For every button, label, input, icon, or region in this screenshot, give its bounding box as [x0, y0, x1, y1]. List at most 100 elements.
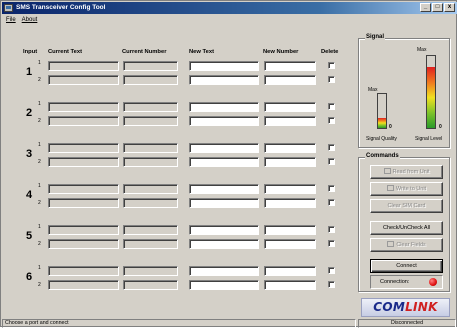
input-number: 6 [26, 271, 33, 283]
current-text-field [48, 157, 119, 167]
current-number-field [123, 266, 178, 276]
current-number-field [123, 239, 178, 249]
new-number-input[interactable] [264, 266, 316, 276]
minimize-button[interactable]: _ [420, 3, 431, 12]
current-number-field [123, 143, 178, 153]
sub-index-label: 1 [38, 183, 41, 189]
current-number-field [123, 198, 178, 208]
new-number-input[interactable] [264, 102, 316, 112]
check-uncheck-all-button[interactable]: Check/UnCheck All [370, 221, 443, 235]
new-text-input[interactable] [189, 116, 259, 126]
delete-checkbox[interactable] [328, 199, 335, 206]
new-number-input[interactable] [264, 143, 316, 153]
sub-index-label: 2 [38, 200, 41, 206]
new-number-input[interactable] [264, 116, 316, 126]
input-number: 3 [26, 148, 33, 160]
write-to-unit-button[interactable]: Write to Unit [370, 182, 443, 196]
comlink-logo: COMLINK [361, 298, 450, 317]
current-text-field [48, 280, 119, 290]
new-text-input[interactable] [189, 225, 259, 235]
new-text-input[interactable] [189, 102, 259, 112]
maximize-button[interactable]: □ [432, 3, 443, 12]
delete-checkbox[interactable] [328, 117, 335, 124]
current-number-field [123, 102, 178, 112]
connection-status-field: Connection: [370, 275, 443, 289]
column-header-new-number: New Number [263, 49, 299, 55]
sub-index-label: 1 [38, 101, 41, 107]
connect-button[interactable]: Connect [370, 259, 443, 273]
signal-group-label: Signal [365, 34, 386, 40]
new-number-input[interactable] [264, 280, 316, 290]
signal-level-label: Signal Level [415, 136, 443, 142]
current-text-field [48, 75, 119, 85]
signal-quality-zero-label: 0 [389, 124, 392, 130]
signal-group [358, 38, 450, 148]
current-text-field [48, 143, 119, 153]
current-number-field [123, 61, 178, 71]
sub-index-label: 2 [38, 282, 41, 288]
delete-checkbox[interactable] [328, 103, 335, 110]
delete-checkbox[interactable] [328, 281, 335, 288]
new-text-input[interactable] [189, 198, 259, 208]
new-text-input[interactable] [189, 143, 259, 153]
new-number-input[interactable] [264, 75, 316, 85]
delete-checkbox[interactable] [328, 185, 335, 192]
read-from-unit-label: Read from Unit [392, 169, 430, 175]
delete-checkbox[interactable] [328, 76, 335, 83]
signal-quality-meter [377, 93, 387, 129]
new-text-input[interactable] [189, 280, 259, 290]
new-number-input[interactable] [264, 157, 316, 167]
new-text-input[interactable] [189, 75, 259, 85]
new-number-input[interactable] [264, 198, 316, 208]
new-text-input[interactable] [189, 157, 259, 167]
title-bar[interactable]: SMS Transceiver Config Tool _ □ x [2, 2, 457, 14]
column-header-new-text: New Text [189, 49, 215, 55]
sub-index-label: 1 [38, 60, 41, 66]
new-text-input[interactable] [189, 239, 259, 249]
delete-checkbox[interactable] [328, 267, 335, 274]
connection-indicator-icon [429, 278, 437, 286]
current-text-field [48, 239, 119, 249]
current-text-field [48, 184, 119, 194]
write-icon [386, 185, 394, 191]
new-number-input[interactable] [264, 184, 316, 194]
logo-link: LINK [405, 300, 438, 314]
column-header-current-number: Current Number [122, 49, 167, 55]
new-number-input[interactable] [264, 239, 316, 249]
sub-index-label: 1 [38, 224, 41, 230]
new-text-input[interactable] [189, 266, 259, 276]
read-icon [383, 168, 391, 174]
sub-index-label: 2 [38, 241, 41, 247]
eraser-icon [387, 241, 395, 247]
logo-com: COM [373, 300, 406, 314]
delete-checkbox[interactable] [328, 144, 335, 151]
current-text-field [48, 116, 119, 126]
current-number-field [123, 116, 178, 126]
sub-index-label: 2 [38, 118, 41, 124]
new-number-input[interactable] [264, 225, 316, 235]
delete-checkbox[interactable] [328, 158, 335, 165]
new-number-input[interactable] [264, 61, 316, 71]
read-from-unit-button[interactable]: Read from Unit [370, 165, 443, 179]
signal-level-zero-label: 0 [439, 124, 442, 130]
sub-index-label: 1 [38, 265, 41, 271]
clear-sim-card-button[interactable]: Clear SIM Card [370, 199, 443, 213]
connection-label: Connection: [380, 279, 410, 285]
input-number: 1 [26, 66, 33, 78]
new-text-input[interactable] [189, 184, 259, 194]
menu-file[interactable]: File [6, 15, 16, 25]
column-header-delete: Delete [321, 49, 339, 55]
menu-about[interactable]: About [22, 15, 38, 25]
app-icon [4, 4, 13, 12]
current-number-field [123, 280, 178, 290]
new-text-input[interactable] [189, 61, 259, 71]
current-number-field [123, 184, 178, 194]
clear-fields-button[interactable]: Clear Fields [370, 238, 443, 252]
current-number-field [123, 225, 178, 235]
input-number: 4 [26, 189, 33, 201]
close-button[interactable]: x [444, 3, 455, 12]
delete-checkbox[interactable] [328, 240, 335, 247]
delete-checkbox[interactable] [328, 226, 335, 233]
main-window: SMS Transceiver Config Tool _ □ x File A… [0, 0, 457, 328]
delete-checkbox[interactable] [328, 62, 335, 69]
